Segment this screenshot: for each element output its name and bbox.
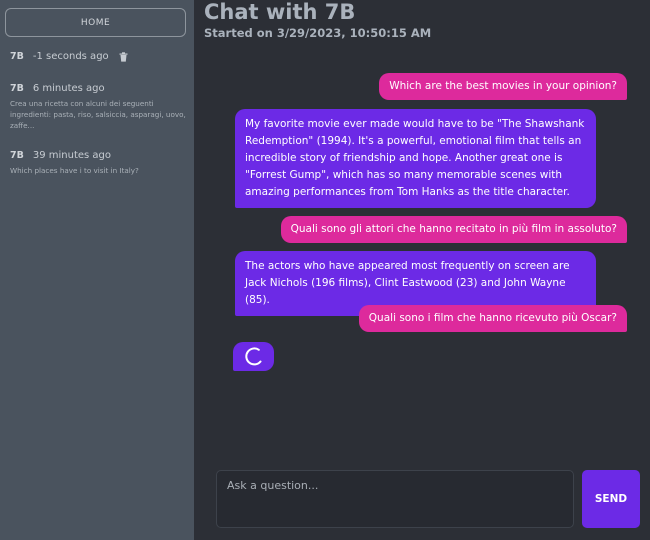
conversation-time: 39 minutes ago xyxy=(32,150,112,161)
conversation-time: -1 seconds ago xyxy=(32,51,109,62)
user-message: Quali sono i film che hanno ricevuto più… xyxy=(358,305,627,332)
home-button[interactable]: HOME xyxy=(5,8,186,37)
conversation-item[interactable]: 7B -1 seconds ago xyxy=(10,51,186,62)
conversation-item[interactable]: 7B 6 minutes ago Crea una ricetta con al… xyxy=(10,83,186,131)
conversation-model: 7B xyxy=(10,150,24,161)
conversation-header: 7B 39 minutes ago xyxy=(10,150,186,161)
page-title: Chat with 7B xyxy=(204,0,356,24)
conversation-preview: Which places have i to visit in Italy? xyxy=(10,166,139,175)
conversation-model: 7B xyxy=(10,51,24,62)
user-message: Which are the best movies in your opinio… xyxy=(379,73,627,100)
bot-message: My favorite movie ever made would have t… xyxy=(235,109,596,208)
user-message: Quali sono gli attori che hanno recitato… xyxy=(280,216,627,243)
conversation-model: 7B xyxy=(10,83,24,94)
conversation-header: 7B -1 seconds ago xyxy=(10,51,186,62)
conversation-item[interactable]: 7B 39 minutes ago Which places have i to… xyxy=(10,150,186,176)
send-button[interactable]: SEND xyxy=(582,470,640,528)
conversation-preview: Crea una ricetta con alcuni dei seguenti… xyxy=(10,99,186,130)
conversation-header: 7B 6 minutes ago xyxy=(10,83,186,94)
trash-icon[interactable] xyxy=(119,51,128,62)
chat-start-date: Started on 3/29/2023, 10:50:15 AM xyxy=(204,26,432,40)
sidebar: HOME 7B -1 seconds ago 7B 6 minutes ago … xyxy=(0,0,194,540)
spinner-icon xyxy=(244,346,265,371)
conversation-time: 6 minutes ago xyxy=(32,83,105,94)
question-input[interactable] xyxy=(216,470,574,528)
bot-typing-bubble xyxy=(233,342,274,371)
